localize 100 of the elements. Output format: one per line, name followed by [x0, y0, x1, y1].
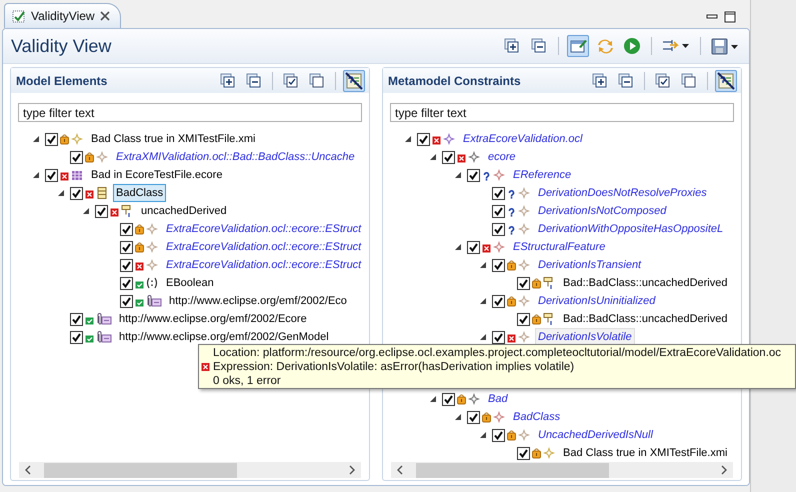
constraint-link[interactable]: UncachedDerivedIsNull [535, 426, 656, 444]
constraint-link[interactable]: ecore [485, 148, 519, 166]
checkbox[interactable] [517, 276, 530, 290]
checkbox[interactable] [95, 204, 108, 218]
checkbox[interactable] [467, 168, 480, 182]
checkbox[interactable] [492, 258, 505, 272]
checkbox[interactable] [442, 392, 455, 406]
checkbox[interactable] [70, 150, 83, 164]
checkbox[interactable] [120, 240, 133, 254]
checkbox[interactable] [45, 132, 58, 146]
checkbox[interactable] [492, 428, 505, 442]
constraint-link[interactable]: DerivationWithOppositeHasOppositeL [535, 220, 726, 238]
expanded-arrow-icon[interactable] [478, 431, 486, 439]
play-icon [623, 37, 641, 55]
checkbox[interactable] [517, 446, 530, 460]
datatype-icon [145, 276, 159, 290]
tree-item[interactable]: BadClass [113, 184, 166, 202]
constraint-link[interactable]: ExtraEcoreValidation.ocl::ecore::EStruct [163, 220, 364, 238]
refresh-icon [596, 37, 614, 55]
expanded-arrow-icon[interactable] [404, 135, 412, 143]
constraint-link[interactable]: EReference [510, 166, 574, 184]
expanded-arrow-icon[interactable] [32, 135, 40, 143]
tree-item[interactable]: uncachedDerived [138, 202, 230, 220]
collapse-all-icon [617, 72, 635, 90]
horizontal-scrollbar[interactable] [19, 462, 361, 478]
tooltip-text: 0 oks, 1 error [213, 375, 281, 387]
checkbox[interactable] [517, 312, 530, 326]
checkbox[interactable] [120, 258, 133, 272]
checkbox[interactable] [492, 222, 505, 236]
four-point-star-icon [492, 168, 506, 182]
tree-item[interactable]: Bad::BadClass::uncachedDerived [560, 274, 730, 292]
filter-field[interactable]: type filter text [18, 103, 362, 122]
expanded-arrow-icon[interactable] [454, 413, 462, 421]
constraint-link[interactable]: DerivationIsNotComposed [535, 202, 670, 220]
checked-box-icon [654, 72, 672, 90]
close-icon[interactable] [100, 11, 110, 21]
expanded-arrow-icon[interactable] [478, 297, 486, 305]
checkbox[interactable] [492, 294, 505, 308]
expanded-arrow-icon[interactable] [478, 333, 486, 341]
constraint-link[interactable]: ExtraEcoreValidation.ocl::ecore::EStruct [163, 256, 364, 274]
expanded-arrow-icon[interactable] [32, 171, 40, 179]
constraint-link[interactable]: Bad [485, 390, 511, 408]
tree-item[interactable]: http://www.eclipse.org/emf/2002/Ecore [116, 310, 310, 328]
expanded-arrow-icon[interactable] [56, 189, 64, 197]
tree-item[interactable]: http://www.eclipse.org/emf/2002/GenModel [116, 328, 332, 346]
checkbox[interactable] [492, 330, 505, 344]
expanded-arrow-icon[interactable] [428, 153, 436, 161]
checked-box-icon [282, 72, 300, 90]
checkbox[interactable] [70, 330, 83, 344]
save-dropdown-icon [711, 37, 739, 55]
tree-item[interactable]: Bad Class true in XMITestFile.xmi [560, 444, 730, 462]
horizontal-scrollbar[interactable] [391, 462, 733, 478]
tree-item[interactable]: EBoolean [163, 274, 217, 292]
four-point-star-icon [145, 258, 159, 272]
checkbox[interactable] [120, 222, 133, 236]
window-pencil-button[interactable] [567, 35, 589, 57]
empty-box-icon [308, 72, 326, 90]
collapse-all-icon [245, 72, 263, 90]
constraint-link[interactable]: ExtraEcoreValidation.ocl [460, 130, 586, 148]
expanded-arrow-icon[interactable] [478, 261, 486, 269]
tree-item[interactable]: Bad::BadClass::uncachedDerived [560, 310, 730, 328]
checkbox[interactable] [467, 240, 480, 254]
crossed-list-button[interactable] [715, 70, 737, 92]
four-point-star-icon [70, 132, 84, 146]
constraint-link[interactable]: BadClass [510, 408, 564, 426]
class-icon [95, 186, 109, 200]
checkbox[interactable] [70, 186, 83, 200]
constraint-link[interactable]: ExtraEcoreValidation.ocl::ecore::EStruct [163, 238, 364, 256]
empty-box-icon [680, 72, 698, 90]
checkbox[interactable] [492, 204, 505, 218]
tree-item[interactable]: Bad Class true in XMITestFile.xmi [88, 130, 258, 148]
play-button[interactable] [621, 35, 643, 57]
constraint-link[interactable]: DerivationIsUninitialized [535, 292, 658, 310]
expanded-arrow-icon[interactable] [428, 395, 436, 403]
crossed-list-button[interactable] [343, 70, 365, 92]
constraint-link[interactable]: EStructuralFeature [510, 238, 608, 256]
checkbox[interactable] [45, 168, 58, 182]
expanded-arrow-icon[interactable] [82, 207, 90, 215]
tree-item[interactable]: http://www.eclipse.org/emf/2002/Eco [166, 292, 350, 310]
four-point-star-icon [517, 294, 531, 308]
checkbox[interactable] [120, 276, 133, 290]
constraint-link[interactable]: DerivationIsTransient [535, 256, 644, 274]
constraint-link[interactable]: ExtraXMIValidation.ocl::Bad::BadClass::Uncache [113, 148, 358, 166]
four-point-star-icon [145, 240, 159, 254]
maximize-icon[interactable] [724, 11, 736, 23]
constraint-link[interactable]: DerivationDoesNotResolveProxies [535, 184, 710, 202]
checkbox[interactable] [120, 294, 133, 308]
checkbox[interactable] [417, 132, 430, 146]
expanded-arrow-icon[interactable] [454, 243, 462, 251]
four-point-star-icon [517, 204, 531, 218]
expanded-arrow-icon[interactable] [454, 171, 462, 179]
checkbox[interactable] [492, 186, 505, 200]
pane-title: Metamodel Constraints [388, 74, 521, 88]
tree-item[interactable]: Bad in EcoreTestFile.ecore [88, 166, 226, 184]
checkbox[interactable] [70, 312, 83, 326]
filter-field[interactable]: type filter text [390, 103, 734, 122]
checkbox[interactable] [467, 410, 480, 424]
checkbox[interactable] [442, 150, 455, 164]
view-tab[interactable]: ValidityView [4, 3, 121, 28]
crossed-list-icon [345, 72, 363, 90]
